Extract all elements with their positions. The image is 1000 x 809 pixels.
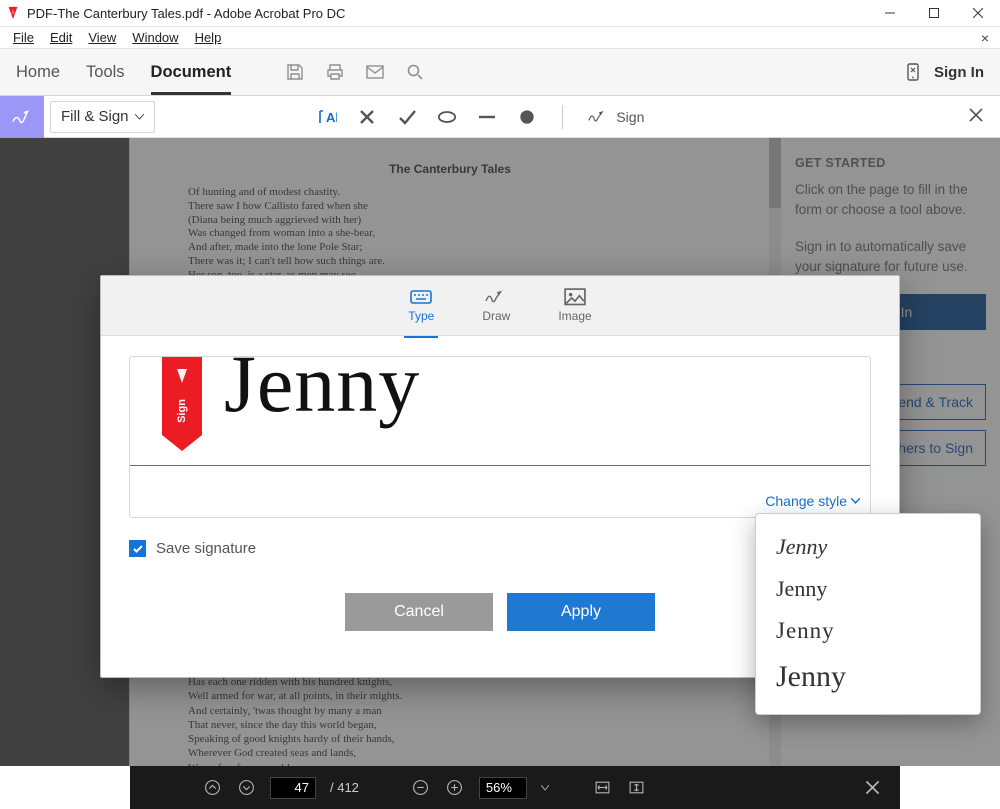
dialog-tabs: Type Draw Image	[101, 276, 899, 336]
fill-sign-dropdown[interactable]: Fill & Sign	[50, 101, 155, 133]
fill-sign-icon[interactable]	[0, 96, 44, 138]
style-option-2[interactable]: Jenny	[756, 610, 980, 652]
dialog-tab-image-label: Image	[558, 309, 591, 323]
fill-sign-label: Fill & Sign	[61, 108, 129, 125]
menu-help[interactable]: Help	[187, 30, 230, 45]
signature-icon	[587, 106, 609, 128]
acrobat-icon	[6, 6, 20, 20]
change-style-link[interactable]: Change style	[765, 493, 860, 509]
change-style-label: Change style	[765, 493, 847, 509]
cancel-button[interactable]: Cancel	[345, 593, 493, 631]
oval-icon[interactable]	[436, 106, 458, 128]
menu-edit[interactable]: Edit	[42, 30, 80, 45]
add-text-icon[interactable]: Ab	[316, 106, 338, 128]
sign-ribbon-label: Sign	[176, 399, 188, 423]
check-mark-icon[interactable]	[396, 106, 418, 128]
mobile-sync-icon	[902, 61, 924, 83]
page-up-icon[interactable]	[202, 778, 222, 798]
close-toolbar-icon[interactable]	[968, 107, 984, 126]
signature-preview: Jenny	[224, 337, 420, 431]
page-number-input[interactable]	[270, 777, 316, 799]
signature-baseline	[130, 465, 870, 466]
print-icon[interactable]	[324, 61, 346, 83]
tab-home[interactable]: Home	[16, 63, 60, 82]
fill-sign-toolbar: Fill & Sign Ab Sign	[0, 96, 1000, 138]
signature-input-area[interactable]: Sign Jenny Change style	[129, 356, 871, 518]
chevron-down-icon[interactable]	[541, 785, 549, 791]
menu-window[interactable]: Window	[124, 30, 186, 45]
dialog-tab-type-label: Type	[408, 309, 434, 323]
dialog-tab-image[interactable]: Image	[556, 283, 593, 328]
fit-width-icon[interactable]	[593, 778, 613, 798]
acrobat-ribbon-icon	[173, 367, 191, 385]
dialog-tab-draw-label: Draw	[482, 309, 510, 323]
sign-in-label: Sign In	[934, 64, 984, 81]
mail-icon[interactable]	[364, 61, 386, 83]
style-option-3[interactable]: Jenny	[756, 652, 980, 702]
zoom-input[interactable]: 56%	[479, 777, 527, 799]
zoom-in-icon[interactable]	[445, 778, 465, 798]
x-mark-icon[interactable]	[356, 106, 378, 128]
fit-page-icon[interactable]	[627, 778, 647, 798]
keyboard-icon	[410, 288, 432, 306]
menu-bar: File Edit View Window Help ×	[0, 27, 1000, 49]
bottom-bar-container: / 412 56%	[0, 766, 1000, 809]
dialog-tab-type[interactable]: Type	[406, 283, 436, 328]
menu-close-icon[interactable]: ×	[981, 30, 995, 46]
apply-button[interactable]: Apply	[507, 593, 655, 631]
title-bar: PDF-The Canterbury Tales.pdf - Adobe Acr…	[0, 0, 1000, 27]
page-down-icon[interactable]	[236, 778, 256, 798]
separator	[562, 105, 563, 129]
page-total: / 412	[330, 780, 359, 795]
draw-icon	[485, 288, 507, 306]
menu-view[interactable]: View	[80, 30, 124, 45]
save-icon[interactable]	[284, 61, 306, 83]
tab-tools[interactable]: Tools	[86, 63, 125, 82]
sign-ribbon: Sign	[162, 357, 202, 435]
dialog-tab-draw[interactable]: Draw	[480, 283, 512, 328]
style-popover: Jenny Jenny Jenny Jenny	[755, 513, 981, 715]
style-option-1[interactable]: Jenny	[756, 568, 980, 610]
close-button[interactable]	[956, 0, 1000, 27]
tab-document[interactable]: Document	[151, 63, 232, 82]
window-title: PDF-The Canterbury Tales.pdf - Adobe Acr…	[27, 6, 345, 21]
bottom-close-icon[interactable]	[862, 778, 882, 798]
menu-file[interactable]: File	[5, 30, 42, 45]
bottom-bar: / 412 56%	[130, 766, 900, 809]
chevron-down-icon	[851, 498, 860, 504]
save-signature-label: Save signature	[156, 540, 256, 557]
style-option-0[interactable]: Jenny	[756, 526, 980, 568]
image-icon	[564, 288, 586, 306]
zoom-out-icon[interactable]	[411, 778, 431, 798]
minimize-button[interactable]	[868, 0, 912, 27]
maximize-button[interactable]	[912, 0, 956, 27]
dot-icon[interactable]	[516, 106, 538, 128]
sign-button[interactable]: Sign	[587, 106, 644, 128]
sign-label: Sign	[616, 109, 644, 125]
search-icon[interactable]	[404, 61, 426, 83]
fill-tools: Ab Sign	[316, 105, 644, 129]
sign-in[interactable]: Sign In	[902, 61, 984, 83]
top-nav: Home Tools Document Sign In	[0, 49, 1000, 96]
save-signature-checkbox[interactable]	[129, 540, 146, 557]
line-icon[interactable]	[476, 106, 498, 128]
chevron-down-icon	[135, 114, 144, 120]
svg-text:Ab: Ab	[326, 110, 337, 125]
